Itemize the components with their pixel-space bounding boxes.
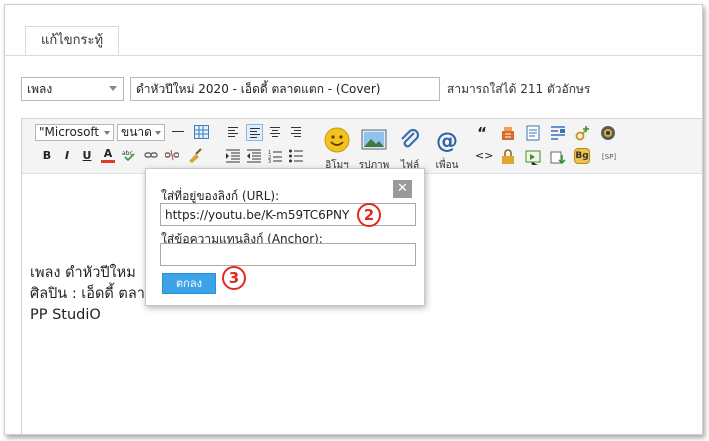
- align-left-icon[interactable]: [225, 124, 242, 141]
- post-title-input[interactable]: [130, 77, 440, 101]
- document-icon[interactable]: [525, 125, 540, 141]
- align-right-icon[interactable]: [288, 124, 305, 141]
- at-sign-icon: @: [436, 129, 458, 153]
- tab-edit-post[interactable]: แก้ไขกระทู้: [25, 26, 119, 55]
- horizontal-rule-icon[interactable]: [172, 131, 184, 132]
- italic-button[interactable]: I: [60, 149, 74, 163]
- background-color-button[interactable]: Bg: [574, 148, 590, 164]
- char-counter: สามารถใส่ได้ 211 ตัวอักษร: [447, 82, 591, 96]
- category-select[interactable]: เพลง: [21, 77, 124, 101]
- quote-button[interactable]: “: [475, 126, 489, 141]
- friend-label: เพื่อน: [435, 160, 459, 171]
- content-line-song: เพลง ดำหัวปีใหม: [30, 265, 136, 281]
- ordered-list-icon[interactable]: 123: [268, 149, 282, 165]
- content-line-studio: PP StudiO: [30, 307, 101, 323]
- svg-text:3: 3: [268, 159, 271, 163]
- bullet-list-icon[interactable]: [289, 149, 303, 163]
- spellcheck-icon[interactable]: abc: [122, 148, 136, 162]
- align-center-icon[interactable]: [267, 124, 284, 141]
- chevron-down-icon: [109, 86, 117, 91]
- clear-format-icon[interactable]: [187, 147, 202, 163]
- chevron-down-icon: [104, 131, 110, 135]
- insert-link-dialog: ✕ ใส่ที่อยู่ของลิงก์ (URL): ใส่ข้อความแท…: [145, 168, 425, 306]
- paperclip-icon: [401, 128, 420, 148]
- ok-button[interactable]: ตกลง: [162, 273, 216, 294]
- key-add-icon[interactable]: [575, 125, 589, 141]
- smiley-icon: [324, 127, 350, 153]
- download-icon[interactable]: [550, 149, 566, 165]
- font-size-select[interactable]: ขนาด: [117, 124, 165, 141]
- mention-friend-button[interactable]: @ เพื่อน: [427, 125, 467, 171]
- unlink-icon[interactable]: [164, 148, 180, 162]
- lock-icon[interactable]: [500, 149, 514, 164]
- indent-icon[interactable]: [226, 149, 240, 163]
- columns-icon[interactable]: [550, 125, 565, 140]
- svg-text:@: @: [436, 129, 458, 153]
- close-icon[interactable]: ✕: [393, 180, 412, 198]
- link-icon[interactable]: [144, 148, 158, 162]
- editor-content[interactable]: เพลง ดำหัวปีใหม ศิลปิน : เอ็ดดี้ ตลา PP …: [30, 263, 145, 326]
- font-size-value: ขนาด: [121, 125, 152, 139]
- emoji-button[interactable]: อิโมฯ: [317, 125, 357, 171]
- outdent-icon[interactable]: [247, 149, 261, 163]
- bold-button[interactable]: B: [40, 149, 54, 163]
- step-marker-2: 2: [357, 203, 381, 227]
- image-button[interactable]: รูปภาพ: [354, 125, 394, 171]
- font-color-button[interactable]: A: [101, 148, 115, 163]
- align-justify-icon[interactable]: [246, 124, 263, 141]
- tab-bar: แก้ไขกระทู้: [5, 5, 702, 56]
- code-button[interactable]: <>: [475, 149, 493, 163]
- chevron-down-icon: [155, 131, 161, 135]
- font-family-select[interactable]: "Microsoft: [35, 124, 114, 141]
- special-box-icon[interactable]: [500, 125, 514, 140]
- camera-icon[interactable]: [600, 125, 615, 140]
- table-icon[interactable]: [194, 125, 209, 139]
- editor-window: แก้ไขกระทู้ เพลง สามารถใส่ได้ 211 ตัวอัก…: [4, 4, 703, 435]
- file-button[interactable]: ไฟล์: [390, 125, 430, 171]
- image-icon: [361, 129, 387, 150]
- editor-toolbar: "Microsoft ขนาด B I U A abc 1 2 3 อิโมฯ …: [22, 119, 702, 174]
- category-value: เพลง: [27, 82, 53, 96]
- content-line-artist: ศิลปิน : เอ็ดดี้ ตลา: [30, 286, 145, 302]
- sp-button[interactable]: [SP]: [598, 150, 620, 164]
- anchor-input[interactable]: [160, 243, 416, 266]
- media-icon[interactable]: [525, 149, 541, 166]
- underline-button[interactable]: U: [80, 149, 94, 163]
- step-marker-3: 3: [222, 266, 246, 290]
- font-family-value: "Microsoft: [39, 125, 100, 139]
